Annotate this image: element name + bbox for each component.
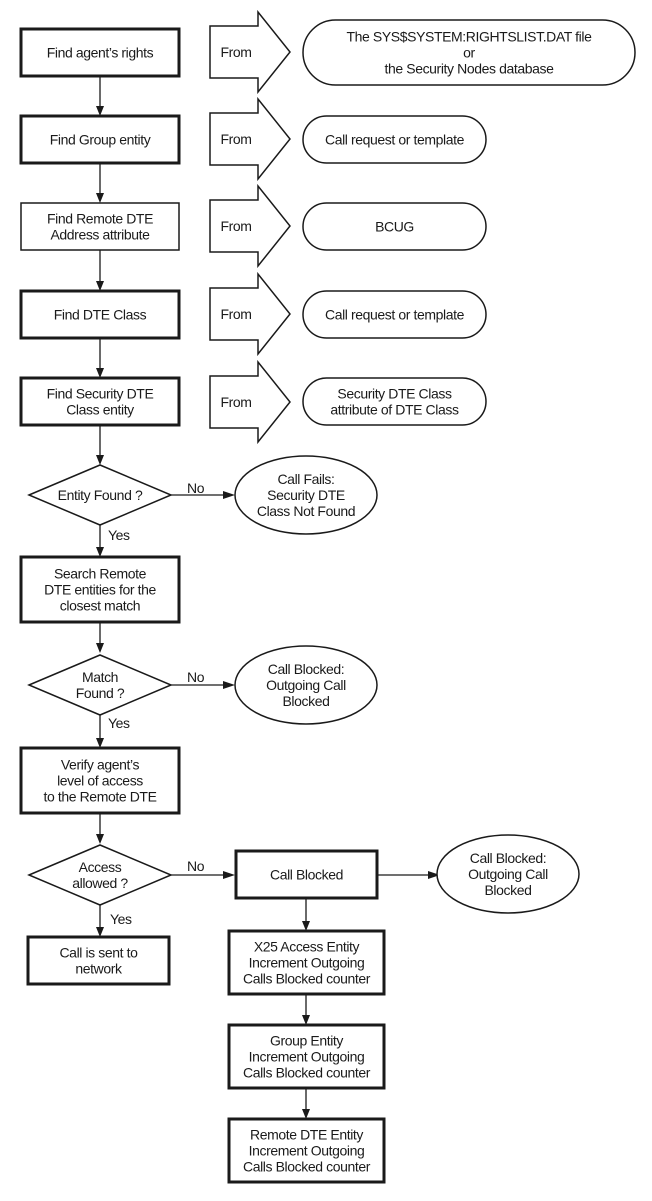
outcome-call-fails-text: Security DTE [267,487,345,503]
outcome-call-fails-text: Class Not Found [257,503,355,519]
step-group-counter-text: Group Entity [270,1033,343,1049]
step-find-security-dte-class-text: Find Security DTE [47,386,154,402]
label-yes-2: Yes [108,715,130,731]
outcome-blocked-match-text: Outgoing Call [266,677,346,693]
step-group-counter-text: Increment Outgoing [249,1049,365,1065]
step-x25-counter: X25 Access EntityIncrement OutgoingCalls… [227,929,386,996]
step-find-remote-dte: Find Remote DTEAddress attribute [20,202,180,251]
step-search-remote-dte-text: Search Remote [54,566,147,582]
step-x25-counter-text: Calls Blocked counter [243,971,371,987]
source-security-class-attr-text: attribute of DTE Class [330,402,459,418]
step-call-blocked-text: Call Blocked [270,867,343,883]
step-call-sent-to-network-text: Call is sent to [59,945,138,961]
label-yes-1: Yes [108,527,130,543]
label-yes-3: Yes [110,911,132,927]
step-remote-dte-counter-text: Remote DTE Entity [250,1127,363,1143]
step-find-remote-dte-text: Find Remote DTE [47,211,153,227]
outcome-blocked-access-text: Outgoing Call [468,866,548,882]
source-bcug-text: BCUG [375,219,414,235]
outcome-call-fails: Call Fails:Security DTEClass Not Found [234,455,378,535]
step-verify-access-text: level of access [57,773,143,789]
step-find-dte-class-text: Find DTE Class [54,307,147,323]
source-rightslist: The SYS$SYSTEM:RIGHTSLIST.DAT fileorthe … [302,19,636,86]
connector-no-1-head [223,491,235,499]
label-no-2: No [187,669,205,685]
source-call-request-2-text: Call request or template [325,307,465,323]
from-arrow-3: From [209,183,291,269]
step-remote-dte-counter: Remote DTE EntityIncrement OutgoingCalls… [227,1117,386,1184]
from-label: From [220,394,251,410]
step-group-counter: Group EntityIncrement OutgoingCalls Bloc… [227,1023,386,1090]
connector-no-2-head [223,681,235,689]
source-security-class-attr-text: Security DTE Class [337,386,452,402]
decision-access-allowed-text: allowed ? [72,875,128,891]
source-call-request-1: Call request or template [302,115,487,164]
step-x25-counter-text: X25 Access Entity [254,939,360,955]
decision-match-found-text: Match [82,669,118,685]
from-label: From [220,44,251,60]
from-label: From [220,218,251,234]
step-group-counter-text: Calls Blocked counter [243,1065,371,1081]
step-call-blocked: Call Blocked [234,849,379,900]
outcome-blocked-match: Call Blocked:Outgoing CallBlocked [234,645,378,725]
step-find-security-dte-class-text: Class entity [66,402,134,418]
connector-no-3-head [223,871,235,879]
from-arrow-4: From [209,271,291,357]
step-verify-access-text: Verify agent’s [61,757,140,773]
flowchart: Find agent’s rights From The SYS$SYSTEM:RI… [19,9,636,1184]
outcome-blocked-match-text: Blocked [282,693,329,709]
step-find-security-dte-class: Find Security DTEClass entity [19,376,181,427]
from-label: From [220,306,251,322]
step-find-agent-rights: Find agent’s rights [19,27,181,78]
decision-match-found-text: Found ? [76,685,125,701]
label-no-3: No [187,858,205,874]
source-rightslist-text: the Security Nodes database [385,61,555,77]
connector-5-head [96,455,104,465]
step-verify-access-text: to the Remote DTE [43,789,156,805]
decision-access-allowed-text: Access [79,859,122,875]
source-bcug: BCUG [302,202,487,251]
source-call-request-1-text: Call request or template [325,132,465,148]
source-rightslist-text: The SYS$SYSTEM:RIGHTSLIST.DAT file [347,29,593,45]
step-find-group-entity: Find Group entity [19,114,181,165]
step-find-group-entity-text: Find Group entity [50,132,151,148]
decision-match-found: MatchFound ? [27,654,173,716]
step-call-sent-to-network-text: network [75,961,123,977]
step-search-remote-dte-text: closest match [60,598,140,614]
decision-entity-found-text: Entity Found ? [58,487,143,503]
step-verify-access: Verify agent’slevel of accessto the Remo… [19,746,181,815]
connector-7-head [96,834,104,844]
label-no-1: No [187,480,205,496]
decision-entity-found: Entity Found ? [27,464,173,526]
connector-2-head [96,193,104,203]
step-find-agent-rights-text: Find agent’s rights [47,45,154,61]
connector-6-head [96,643,104,653]
from-label: From [220,131,251,147]
from-arrow-2: From [209,96,291,182]
step-find-dte-class: Find DTE Class [19,289,181,340]
decision-access-allowed: Accessallowed ? [27,844,173,906]
step-search-remote-dte: Search RemoteDTE entities for theclosest… [19,555,181,624]
outcome-blocked-access-text: Call Blocked: [470,850,547,866]
from-arrow-5: From [209,359,291,445]
step-search-remote-dte-text: DTE entities for the [44,582,156,598]
step-call-sent-to-network: Call is sent tonetwork [26,935,171,986]
outcome-call-fails-text: Call Fails: [277,471,334,487]
step-find-remote-dte-text: Address attribute [50,227,150,243]
outcome-blocked-access: Call Blocked:Outgoing CallBlocked [436,834,580,914]
step-remote-dte-counter-text: Calls Blocked counter [243,1159,371,1175]
outcome-blocked-match-text: Call Blocked: [268,661,345,677]
source-security-class-attr: Security DTE Classattribute of DTE Class [302,377,487,426]
from-arrow-1: From [209,9,291,95]
source-call-request-2: Call request or template [302,290,487,339]
outcome-blocked-access-text: Blocked [484,882,531,898]
source-rightslist-text: or [463,45,475,61]
step-x25-counter-text: Increment Outgoing [249,955,365,971]
step-remote-dte-counter-text: Increment Outgoing [249,1143,365,1159]
